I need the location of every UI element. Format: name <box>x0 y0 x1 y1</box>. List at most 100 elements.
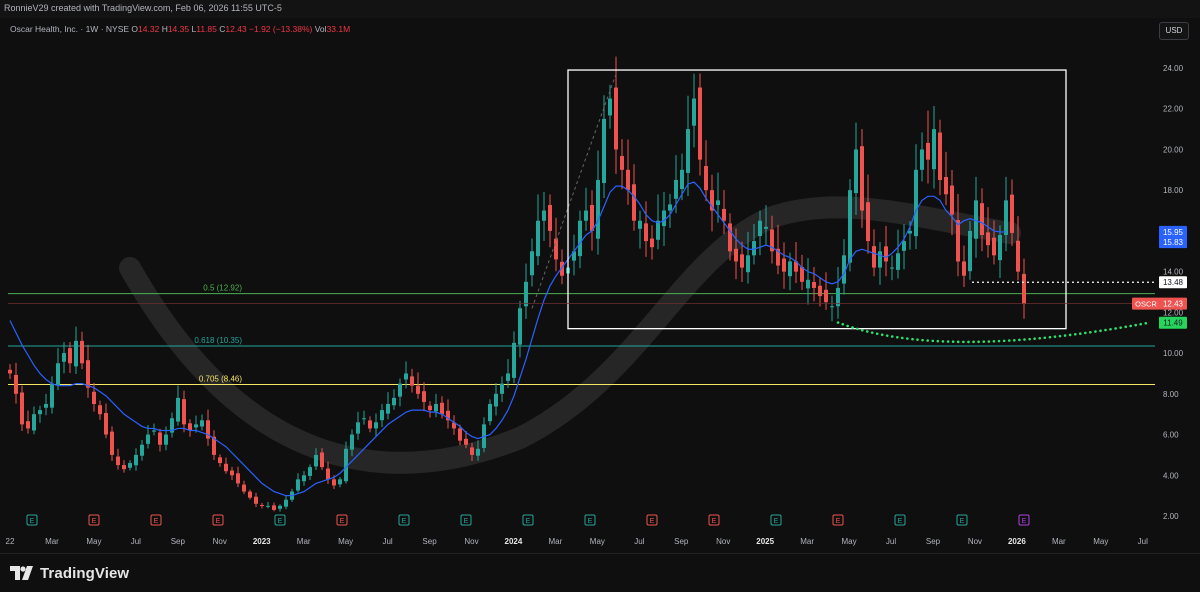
candle-body <box>338 479 342 485</box>
credit-text: RonnieV29 created with TradingView.com, … <box>4 3 282 13</box>
candle-body <box>458 428 462 441</box>
y-tick-label: 18.00 <box>1163 186 1184 195</box>
candle-body <box>434 404 438 412</box>
earnings-marker-text: E <box>898 518 903 525</box>
candle-body <box>542 210 546 221</box>
candle-body <box>518 308 522 345</box>
x-tick-label: 22 <box>6 537 15 546</box>
candle-body <box>680 169 684 190</box>
earnings-marker-text: E <box>464 518 469 525</box>
candle-body <box>812 281 816 288</box>
x-tick-label: 2024 <box>505 537 523 546</box>
candle-body <box>704 165 708 191</box>
candle-body <box>818 285 822 297</box>
price-label-text: 15.95 <box>1163 228 1184 237</box>
candle-body <box>362 418 366 420</box>
x-tick-label: Jul <box>634 537 644 546</box>
candle-body <box>428 405 432 411</box>
candle-body <box>386 404 390 414</box>
y-tick-label: 20.00 <box>1163 145 1184 154</box>
candle-body <box>398 383 402 397</box>
candle-body <box>230 470 234 476</box>
candle-body <box>998 234 1002 261</box>
price-label-text: 13.48 <box>1163 278 1184 287</box>
candle-body <box>500 383 504 394</box>
candle-body <box>758 220 762 237</box>
candle-body <box>326 468 330 480</box>
candle-body <box>602 118 606 184</box>
candle-body <box>512 342 516 378</box>
candle-body <box>668 204 672 211</box>
candle-body <box>86 360 90 388</box>
x-tick-label: Nov <box>716 537 730 546</box>
y-tick-label: 14.00 <box>1163 268 1184 277</box>
x-tick-label: May <box>590 537 605 546</box>
candle-body <box>224 463 228 472</box>
y-tick-label: 4.00 <box>1163 471 1179 480</box>
y-tick-label: 24.00 <box>1163 64 1184 73</box>
footer: TradingView <box>0 553 1200 592</box>
price-label-text: 11.49 <box>1163 319 1183 328</box>
candle-body <box>938 132 942 180</box>
candle-body <box>152 430 156 432</box>
x-tick-label: Nov <box>213 537 227 546</box>
candle-body <box>1010 194 1014 233</box>
earnings-marker-text: E <box>278 518 283 525</box>
candle-body <box>374 422 378 429</box>
candle-body <box>350 434 354 450</box>
candle-body <box>110 431 114 455</box>
price-label-text: 15.83 <box>1163 238 1184 247</box>
candle-body <box>944 176 948 195</box>
candle-body <box>284 499 288 507</box>
candle-body <box>872 246 876 268</box>
candle-body <box>164 434 168 445</box>
candle-body <box>266 505 270 507</box>
candle-body <box>242 484 246 492</box>
earnings-marker-text: E <box>154 518 159 525</box>
candle-body <box>26 421 30 429</box>
candle-body <box>422 391 426 402</box>
candle-body <box>32 414 36 431</box>
candle-body <box>80 340 84 364</box>
x-tick-label: Sep <box>926 537 941 546</box>
earnings-marker-text: E <box>216 518 221 525</box>
candle-body <box>506 373 510 381</box>
x-tick-label: 2025 <box>756 537 774 546</box>
candle-body <box>992 237 996 256</box>
candle-body <box>176 397 180 422</box>
candle-body <box>956 220 960 262</box>
fib-label: 0.618 (10.35) <box>194 336 242 345</box>
candle-body <box>626 169 630 191</box>
candle-body <box>968 230 972 272</box>
candle-body <box>56 363 60 386</box>
price-label-text: 12.43 <box>1163 300 1184 309</box>
candle-body <box>98 405 102 415</box>
y-tick-label: 10.00 <box>1163 349 1184 358</box>
x-tick-label: Jul <box>131 537 141 546</box>
earnings-marker-text: E <box>960 518 965 525</box>
candle-body <box>950 185 954 215</box>
earnings-marker-text: E <box>402 518 407 525</box>
candle-body <box>44 404 48 408</box>
candle-body <box>74 340 78 367</box>
y-tick-label: 6.00 <box>1163 431 1179 440</box>
candle-body <box>722 208 726 221</box>
candle-body <box>848 190 852 263</box>
candle-body <box>854 149 858 194</box>
candle-body <box>470 447 474 455</box>
candle-body <box>50 383 54 408</box>
tradingview-logo[interactable]: TradingView <box>10 563 129 583</box>
candle-body <box>554 238 558 260</box>
x-tick-label: Sep <box>171 537 186 546</box>
x-tick-label: Nov <box>968 537 982 546</box>
candle-body <box>392 397 396 406</box>
candle-body <box>764 226 768 229</box>
earnings-marker-text: E <box>92 518 97 525</box>
candle-body <box>218 457 222 464</box>
price-chart[interactable]: 0.5 (12.92) 0.618 (10.35) 0.705 (8.46) 2.0… <box>0 18 1200 558</box>
candle-body <box>410 376 414 386</box>
earnings-marker-text: E <box>650 518 655 525</box>
candle-body <box>416 385 420 394</box>
candle-body <box>548 205 552 231</box>
earnings-marker-text: E <box>836 518 841 525</box>
